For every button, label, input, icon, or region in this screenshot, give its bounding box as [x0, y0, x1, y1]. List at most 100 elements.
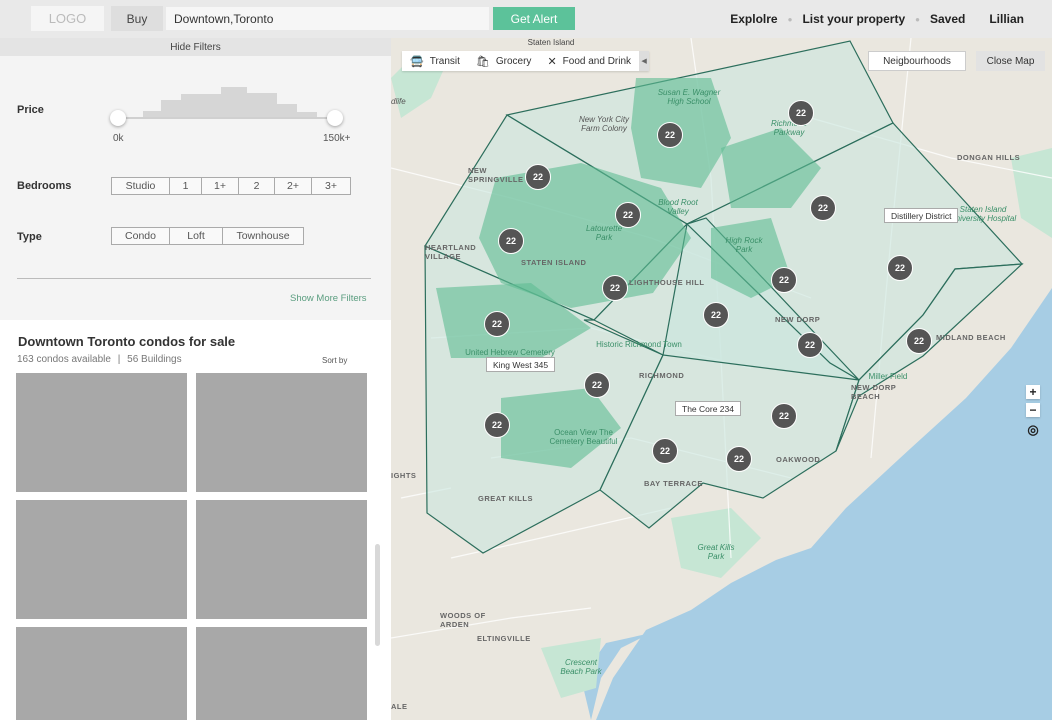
listing-card[interactable]: [16, 627, 187, 720]
map-label: GREAT KILLS: [478, 494, 533, 503]
listing-cluster-marker[interactable]: 22: [771, 267, 797, 293]
listing-cluster-marker[interactable]: 22: [887, 255, 913, 281]
listing-cluster-marker[interactable]: 22: [788, 100, 814, 126]
neighbourhood-tag-the-core[interactable]: The Core 234: [675, 401, 741, 416]
listing-cluster-marker[interactable]: 22: [797, 332, 823, 358]
nav-separator: ●: [915, 14, 920, 24]
listing-cluster-marker[interactable]: 22: [652, 438, 678, 464]
map-label: LIGHTHOUSE HILL: [629, 278, 705, 287]
map-label: NEW SPRINGVILLE: [468, 166, 524, 184]
poi-filter-bar: 🚍 Transit 🛍 Grocery ✕ Food and Drink ◀: [402, 51, 650, 71]
map-canvas: [391, 38, 1052, 720]
neighbourhood-tag-distillery[interactable]: Distillery District: [884, 208, 959, 223]
nav-saved-link[interactable]: Saved: [930, 12, 965, 26]
map-label: Crescent Beach Park: [560, 658, 602, 676]
buildings-count: 56 Buildings: [127, 354, 182, 365]
price-max-handle[interactable]: [327, 110, 343, 126]
type-option-townhouse[interactable]: Townhouse: [223, 228, 303, 244]
locate-icon[interactable]: ◎: [1026, 422, 1040, 437]
nav-separator: ●: [787, 14, 793, 24]
map-label: DONGAN HILLS: [957, 153, 1021, 162]
map-label: Staten Island: [527, 38, 575, 47]
listing-card[interactable]: [196, 500, 367, 619]
price-min-handle[interactable]: [110, 110, 126, 126]
map-label: High Rock Park: [725, 236, 763, 254]
listings-title: Downtown Toronto condos for sale: [18, 334, 236, 349]
listing-card[interactable]: [16, 500, 187, 619]
map-label: HEARTLAND VILLAGE: [425, 243, 477, 261]
type-segmented-control: Condo Loft Townhouse: [111, 227, 304, 245]
listings-scrollbar[interactable]: [375, 544, 380, 646]
histogram-bar: [247, 93, 277, 118]
location-search-input[interactable]: [166, 7, 489, 30]
listing-cluster-marker[interactable]: 22: [584, 372, 610, 398]
close-map-button[interactable]: Close Map: [976, 51, 1045, 71]
poi-transit-toggle[interactable]: 🚍 Transit: [402, 55, 468, 68]
bedrooms-filter-label: Bedrooms: [17, 180, 72, 192]
summary-separator: |: [117, 354, 121, 365]
show-more-filters-link[interactable]: Show More Filters: [290, 293, 367, 304]
type-filter-label: Type: [17, 231, 42, 243]
type-option-condo[interactable]: Condo: [112, 228, 170, 244]
zoom-out-button[interactable]: −: [1026, 403, 1040, 417]
bedroom-option-3-plus[interactable]: 3+: [312, 178, 350, 194]
map-label: MIDLAND BEACH: [936, 333, 1006, 342]
listing-cluster-marker[interactable]: 22: [615, 202, 641, 228]
poi-grocery-toggle[interactable]: 🛍 Grocery: [468, 55, 540, 68]
zoom-in-button[interactable]: +: [1026, 385, 1040, 399]
histogram-bar: [221, 87, 247, 118]
map-label: ELTINGVILLE: [477, 634, 531, 643]
listing-cluster-marker[interactable]: 22: [525, 164, 551, 190]
price-max-label: 150k+: [323, 133, 351, 144]
filters-divider: [17, 278, 371, 279]
map-label: NEW DORP BEACH: [851, 383, 897, 401]
condos-count: 163 condos available: [17, 354, 111, 365]
price-slider-track[interactable]: [118, 117, 336, 119]
listing-cluster-marker[interactable]: 22: [810, 195, 836, 221]
listing-cluster-marker[interactable]: 22: [498, 228, 524, 254]
listing-cluster-marker[interactable]: 22: [484, 311, 510, 337]
map-label: OAKWOOD: [776, 455, 821, 464]
neighbourhood-tag-king-west[interactable]: King West 345: [486, 357, 556, 372]
sort-by-dropdown[interactable]: Sort by: [322, 356, 347, 365]
grocery-icon: 🛍: [475, 55, 490, 68]
map-label: Latourette Park: [585, 224, 623, 242]
bedroom-option-1[interactable]: 1: [170, 178, 202, 194]
listing-cluster-marker[interactable]: 22: [602, 275, 628, 301]
bedroom-option-1-plus[interactable]: 1+: [202, 178, 239, 194]
listings-summary: 163 condos available | 56 Buildings: [17, 354, 182, 365]
bedroom-option-2-plus[interactable]: 2+: [275, 178, 312, 194]
neighbourhoods-toggle-button[interactable]: Neigbourhoods: [868, 51, 966, 71]
listing-cluster-marker[interactable]: 22: [484, 412, 510, 438]
bedroom-option-studio[interactable]: Studio: [112, 178, 170, 194]
map-view[interactable]: NEW SPRINGVILLE HEARTLAND VILLAGE STATEN…: [391, 38, 1052, 720]
hide-filters-toggle[interactable]: Hide Filters: [0, 38, 391, 56]
user-menu-link[interactable]: Lillian: [989, 12, 1024, 26]
poi-food-toggle[interactable]: ✕ Food and Drink: [539, 55, 639, 68]
nav-list-property-link[interactable]: List your property: [802, 12, 905, 26]
histogram-bar: [161, 100, 181, 118]
histogram-bar: [181, 94, 221, 118]
get-alert-button[interactable]: Get Alert: [493, 7, 575, 30]
poi-transit-label: Transit: [429, 55, 460, 67]
map-label: BAY TERRACE: [644, 479, 703, 488]
top-navigation-bar: LOGO Buy Get Alert Explolre ● List your …: [0, 0, 1052, 38]
food-and-drink-icon: ✕: [547, 55, 557, 68]
map-label: Ocean View The Cemetery Beautiful: [549, 428, 618, 446]
map-label: New York City Farm Colony: [578, 115, 630, 133]
type-option-loft[interactable]: Loft: [170, 228, 223, 244]
listing-card[interactable]: [196, 373, 367, 492]
map-label: Historic Richmond Town: [596, 340, 682, 349]
listing-cluster-marker[interactable]: 22: [726, 446, 752, 472]
poi-collapse-chevron-icon[interactable]: ◀: [639, 51, 650, 71]
listing-cluster-marker[interactable]: 22: [906, 328, 932, 354]
listing-cluster-marker[interactable]: 22: [703, 302, 729, 328]
buy-dropdown-button[interactable]: Buy: [111, 6, 163, 31]
map-label: IGHTS: [391, 471, 417, 480]
listing-card[interactable]: [16, 373, 187, 492]
listing-cluster-marker[interactable]: 22: [771, 403, 797, 429]
listing-cluster-marker[interactable]: 22: [657, 122, 683, 148]
nav-explore-link[interactable]: Explolre: [730, 12, 777, 26]
listing-card[interactable]: [196, 627, 367, 720]
bedroom-option-2[interactable]: 2: [239, 178, 275, 194]
